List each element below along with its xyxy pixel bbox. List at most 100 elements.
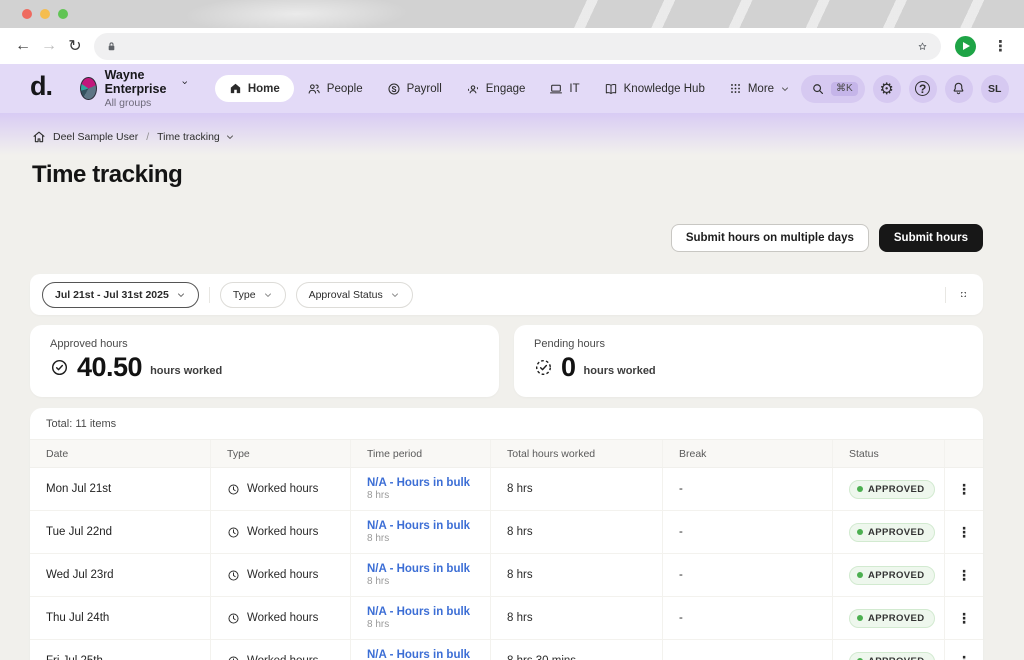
chevron-down-icon — [176, 290, 186, 300]
back-icon[interactable]: ← — [10, 33, 36, 59]
column-header-type: Type — [210, 440, 350, 467]
cell-actions: ⋮ — [944, 468, 983, 510]
page-title: Time tracking — [32, 161, 182, 189]
row-menu-icon[interactable]: ⋮ — [957, 481, 971, 498]
submit-hours-button[interactable]: Submit hours — [879, 224, 983, 252]
time-period-link[interactable]: N/A - Hours in bulk — [367, 477, 490, 489]
status-dot-icon — [857, 486, 863, 492]
type-filter[interactable]: Type — [220, 282, 286, 308]
search-button[interactable]: ⌘K — [801, 75, 865, 103]
table-row: Thu Jul 24th Worked hours N/A - Hours in… — [30, 597, 983, 640]
time-period-link[interactable]: N/A - Hours in bulk — [367, 649, 490, 660]
home-icon — [229, 82, 242, 95]
row-menu-icon[interactable]: ⋮ — [957, 653, 971, 660]
tab-payroll[interactable]: Payroll — [376, 75, 453, 103]
column-header-status: Status — [832, 440, 944, 467]
tab-home[interactable]: Home — [215, 75, 294, 102]
approved-hours-unit: hours worked — [150, 365, 222, 377]
nav-right-actions: ⌘K ⚙ ? SL — [801, 75, 1009, 103]
tab-knowledge-hub[interactable]: Knowledge Hub — [593, 75, 716, 103]
traffic-lights — [22, 9, 68, 19]
type-label: Worked hours — [247, 483, 318, 495]
approved-hours-value: 40.50 — [77, 353, 142, 383]
tab-it[interactable]: IT — [538, 75, 590, 103]
cell-actions: ⋮ — [944, 511, 983, 553]
org-switcher[interactable]: Wayne Enterprise All groups — [80, 68, 189, 109]
clock-icon — [227, 483, 240, 496]
approval-status-filter[interactable]: Approval Status — [296, 282, 413, 308]
cell-actions: ⋮ — [944, 597, 983, 639]
lock-icon[interactable] — [105, 40, 118, 53]
cell-date: Tue Jul 22nd — [30, 511, 210, 553]
clock-icon — [227, 526, 240, 539]
breadcrumb-label: Deel Sample User — [53, 131, 138, 143]
time-period-link[interactable]: N/A - Hours in bulk — [367, 520, 490, 532]
chevron-down-icon — [181, 77, 189, 88]
approval-status-filter-label: Approval Status — [309, 289, 383, 301]
cell-date: Mon Jul 21st — [30, 468, 210, 510]
people-icon — [307, 82, 321, 96]
settings-button[interactable]: ⚙ — [873, 75, 901, 103]
cell-status: APPROVED — [832, 468, 944, 510]
grid-icon — [729, 82, 742, 95]
help-button[interactable]: ? — [909, 75, 937, 103]
deel-logo[interactable]: d. — [30, 73, 52, 104]
column-header-break: Break — [662, 440, 832, 467]
table-header-row: Date Type Time period Total hours worked… — [30, 439, 983, 468]
tab-people[interactable]: People — [296, 75, 374, 103]
chevron-down-icon — [225, 132, 235, 142]
browser-menu-icon[interactable]: ⋮ — [987, 37, 1014, 55]
cell-type: Worked hours — [210, 640, 350, 660]
reload-icon[interactable]: ↻ — [62, 33, 88, 59]
cell-time-period: N/A - Hours in bulk8 hrs — [350, 554, 490, 596]
question-icon: ? — [915, 81, 930, 96]
tab-more[interactable]: More — [718, 75, 801, 102]
cell-break: - — [662, 640, 832, 660]
home-breadcrumb-icon[interactable] — [32, 130, 46, 144]
breadcrumb-item-user[interactable]: Deel Sample User — [53, 131, 138, 143]
check-circle-icon — [50, 358, 69, 377]
cell-time-period: N/A - Hours in bulk8 hrs — [350, 468, 490, 510]
bookmark-star-icon[interactable] — [915, 39, 930, 54]
row-menu-icon[interactable]: ⋮ — [957, 524, 971, 541]
status-label: APPROVED — [868, 613, 925, 624]
row-menu-icon[interactable]: ⋮ — [957, 567, 971, 584]
zoom-window-button[interactable] — [58, 9, 68, 19]
pending-hours-value: 0 — [561, 353, 576, 383]
fullscreen-icon[interactable] — [956, 287, 971, 302]
table-row: Mon Jul 21st Worked hours N/A - Hours in… — [30, 468, 983, 511]
extension-icon[interactable] — [955, 36, 976, 57]
date-range-filter[interactable]: Jul 21st - Jul 31st 2025 — [42, 282, 199, 308]
status-badge: APPROVED — [849, 566, 935, 585]
cell-break: - — [662, 597, 832, 639]
cell-time-period: N/A - Hours in bulk8 hrs — [350, 597, 490, 639]
status-badge: APPROVED — [849, 523, 935, 542]
breadcrumb-item-time-tracking[interactable]: Time tracking — [157, 131, 235, 143]
cell-status: APPROVED — [832, 597, 944, 639]
breadcrumb-separator: / — [145, 131, 150, 143]
book-icon — [604, 82, 618, 96]
breadcrumb-label: Time tracking — [157, 131, 220, 143]
time-period-link[interactable]: N/A - Hours in bulk — [367, 606, 490, 618]
time-period-link[interactable]: N/A - Hours in bulk — [367, 563, 490, 575]
check-dashed-circle-icon — [534, 358, 553, 377]
filter-bar: Jul 21st - Jul 31st 2025 Type Approval S… — [30, 274, 983, 315]
macos-titlebar — [0, 0, 1024, 28]
row-menu-icon[interactable]: ⋮ — [957, 610, 971, 627]
address-bar[interactable] — [94, 33, 941, 60]
table-row: Wed Jul 23rd Worked hours N/A - Hours in… — [30, 554, 983, 597]
submit-hours-multiple-days-button[interactable]: Submit hours on multiple days — [671, 224, 869, 252]
engage-icon — [466, 82, 480, 96]
tab-engage[interactable]: Engage — [455, 75, 537, 103]
cell-time-period: N/A - Hours in bulk8 hrs — [350, 511, 490, 553]
status-badge: APPROVED — [849, 652, 935, 660]
user-avatar[interactable]: SL — [981, 75, 1009, 103]
minimize-window-button[interactable] — [40, 9, 50, 19]
close-window-button[interactable] — [22, 9, 32, 19]
status-dot-icon — [857, 529, 863, 535]
notifications-button[interactable] — [945, 75, 973, 103]
forward-icon[interactable]: → — [36, 33, 62, 59]
pending-hours-unit: hours worked — [584, 365, 656, 377]
time-period-sub: 8 hrs — [367, 619, 490, 630]
chevron-down-icon — [390, 290, 400, 300]
